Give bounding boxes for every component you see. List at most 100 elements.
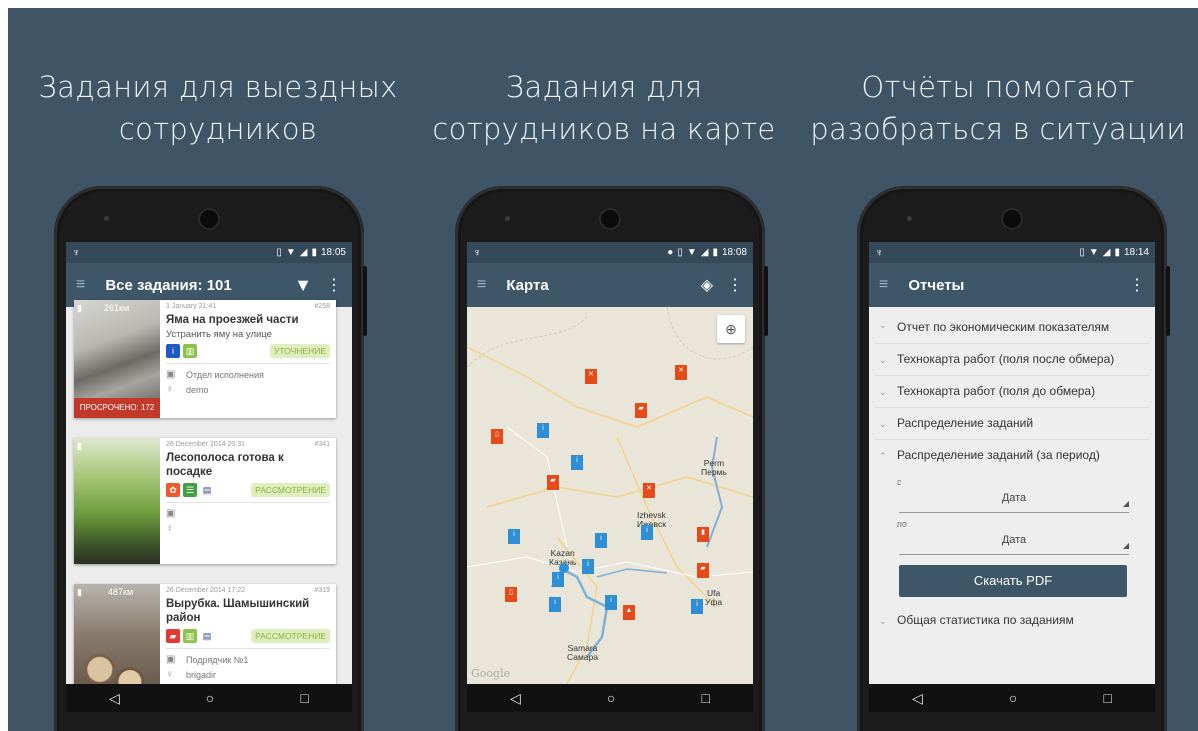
home-button[interactable]: ○ [1009, 690, 1017, 706]
task-marker[interactable]: ▯ [505, 587, 517, 602]
promo-banner: Задания для выездных сотрудников Задания… [8, 8, 1198, 731]
department: Подрядчик №1 [186, 654, 249, 665]
layers-icon[interactable]: ◈ [701, 275, 713, 295]
chart-icon: ▥ [183, 629, 197, 643]
report-item[interactable]: ⌄ Технокарта работ (поля после обмера) [875, 344, 1149, 376]
overflow-menu-icon[interactable]: ⋮ [727, 275, 743, 295]
chevron-down-icon: ⌄ [879, 418, 887, 429]
vibrate-icon: ▯ [1079, 247, 1085, 258]
task-marker[interactable]: i [549, 597, 561, 612]
task-number: #341 [314, 441, 330, 448]
task-photo: ▮ [74, 438, 160, 564]
report-item[interactable]: ⌄ Общая статистика по заданиям [875, 605, 1149, 636]
headline-map: Задания для сотрудников на карте [432, 70, 776, 146]
back-button[interactable]: ◁ [510, 690, 521, 707]
back-button[interactable]: ◁ [912, 690, 923, 707]
home-button[interactable]: ○ [206, 690, 214, 706]
task-card[interactable]: ▮ 261км ПРОСРОЧЕНО: 172 1 January 21:41 #… [74, 300, 336, 418]
date-to-field[interactable]: Дата [899, 529, 1129, 557]
vibrate-icon: ▯ [276, 247, 282, 258]
date-from-label: с [897, 477, 902, 487]
report-item[interactable]: ⌄ Отчет по экономическим показателям [875, 307, 1149, 344]
document-icon: ▤ [200, 483, 214, 497]
task-marker[interactable]: i [641, 525, 653, 540]
assignee: demo [186, 384, 209, 395]
task-marker[interactable]: i [605, 595, 617, 610]
front-camera [601, 210, 619, 228]
task-subtitle: Устранить яму на улице [166, 329, 272, 340]
wifi-icon: ▼ [1088, 247, 1099, 258]
task-marker[interactable]: ▰ [697, 563, 709, 578]
city-label: Ufa Уфа [705, 588, 723, 607]
task-marker[interactable]: ✕ [643, 483, 655, 498]
front-camera [200, 210, 218, 228]
menu-icon[interactable]: ≡ [76, 276, 85, 294]
task-marker[interactable]: ▯ [491, 429, 503, 444]
task-marker[interactable]: ▮ [697, 527, 709, 542]
date-to-label: по [897, 519, 907, 529]
list-icon: ☰ [183, 483, 197, 497]
distance-label: 487км [108, 587, 134, 597]
task-marker[interactable]: ▲ [623, 605, 635, 620]
current-location-marker [559, 563, 569, 573]
report-label: Общая статистика по заданиям [897, 613, 1074, 627]
status-badge: УТОЧНЕНИЕ [269, 344, 330, 358]
date-from-field[interactable]: Дата [899, 487, 1129, 515]
task-marker[interactable]: i [508, 529, 520, 544]
overflow-menu-icon[interactable]: ⋮ [1129, 275, 1145, 295]
map-view[interactable]: ⊕ Perm Пермь Izhevsk Ижевск Kazan Казань… [467, 307, 753, 684]
city-label: Samara Самара [567, 643, 598, 662]
task-date: 26 December 2014 20:31 [166, 441, 245, 448]
report-label: Распределение заданий [897, 416, 1034, 430]
task-marker[interactable]: ▰ [635, 403, 647, 418]
recent-apps-button[interactable]: □ [1103, 690, 1111, 706]
recent-apps-button[interactable]: □ [701, 690, 709, 706]
task-marker[interactable]: i [552, 572, 564, 587]
report-label: Технокарта работ (поля до обмера) [897, 384, 1096, 398]
back-button[interactable]: ◁ [109, 690, 120, 707]
like-icon: ▮ [77, 441, 82, 451]
report-item[interactable]: ⌄ Распределение заданий [875, 408, 1149, 440]
task-marker[interactable]: i [571, 455, 583, 470]
home-button[interactable]: ○ [607, 690, 615, 706]
google-logo: Google [471, 667, 511, 680]
task-marker[interactable]: i [691, 599, 703, 614]
chevron-up-icon: ⌃ [879, 450, 887, 461]
signal-icon: ◢ [1102, 247, 1111, 258]
task-card[interactable]: ▮ 26 December 2014 20:31 #341 Лесополоса … [74, 438, 336, 564]
task-marker[interactable]: i [537, 423, 549, 438]
vibrate-icon: ▯ [677, 247, 683, 258]
task-marker[interactable]: i [582, 559, 594, 574]
phone-tasks: ♆ ▯ ▼ ◢ ▮ 18:05 ≡ Все задания: 101 ▼ ⋮ ▮… [54, 186, 367, 731]
user-icon: ♀ [166, 384, 174, 395]
sensor [505, 216, 510, 221]
report-item[interactable]: ⌄ Технокарта работ (поля до обмера) [875, 376, 1149, 408]
department-icon: ▣ [166, 654, 176, 665]
chevron-down-icon: ⌄ [879, 320, 887, 330]
menu-icon[interactable]: ≡ [477, 276, 486, 294]
map-roads [467, 307, 753, 684]
side-button [363, 266, 367, 336]
task-marker[interactable]: ✕ [585, 369, 597, 384]
phone-map: ♆ ● ▯ ▼ ◢ ▮ 18:08 ≡ Карта ◈ ⋮ ⊕ Perm Пер… [455, 186, 768, 731]
info-icon: i [166, 344, 180, 358]
download-pdf-button[interactable]: Скачать PDF [899, 565, 1127, 597]
filter-icon[interactable]: ▼ [294, 275, 312, 296]
task-marker[interactable]: ✕ [675, 365, 687, 380]
status-bar: ♆ ▯ ▼ ◢ ▮ 18:05 [66, 242, 352, 263]
task-number: #258 [314, 303, 330, 310]
distance-label: 261км [104, 303, 130, 313]
task-marker[interactable]: ▰ [547, 475, 559, 490]
side-button [1166, 266, 1170, 336]
nav-bar: ◁ ○ □ [467, 684, 753, 712]
task-marker[interactable]: i [595, 533, 607, 548]
overflow-menu-icon[interactable]: ⋮ [326, 275, 342, 295]
report-item-expanded[interactable]: ⌃ Распределение заданий (за период) [875, 440, 1149, 471]
recent-apps-button[interactable]: □ [300, 690, 308, 706]
department-icon: ▣ [166, 369, 176, 380]
menu-icon[interactable]: ≡ [879, 276, 888, 294]
wifi-icon: ▼ [686, 247, 697, 258]
sensor [104, 216, 109, 221]
my-location-button[interactable]: ⊕ [717, 315, 745, 343]
android-notification-icon: ♆ [875, 246, 884, 259]
